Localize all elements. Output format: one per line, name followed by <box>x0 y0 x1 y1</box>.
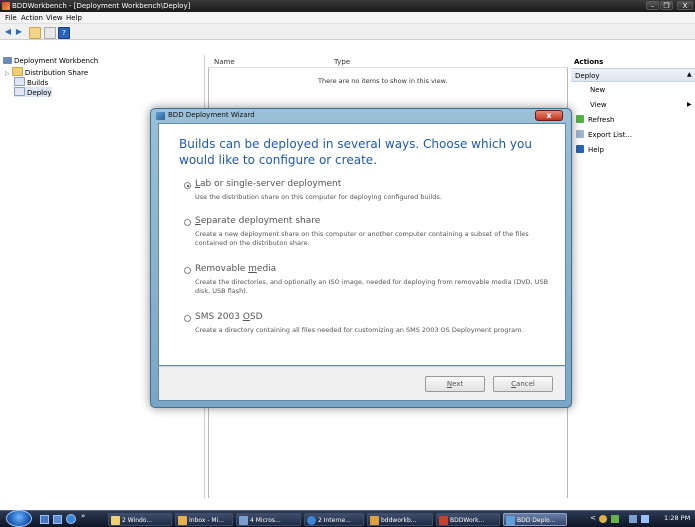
taskbar-item-bdd-deployment[interactable]: BDD Deplo... <box>503 513 567 526</box>
menu-bar: File Action View Help <box>0 12 695 24</box>
collapse-arrow-icon[interactable]: ▲ <box>687 71 692 78</box>
radio-lab-deployment[interactable] <box>184 182 191 189</box>
up-folder-icon[interactable] <box>29 27 41 39</box>
action-refresh[interactable]: Refresh <box>576 115 614 124</box>
quick-launch-more[interactable]: » <box>81 512 85 520</box>
network-icon[interactable] <box>629 515 637 523</box>
expand-arrow-icon[interactable]: ▷ <box>5 70 10 77</box>
radio-sms-osd[interactable] <box>184 315 191 322</box>
back-arrow-icon[interactable]: ◀ <box>3 27 13 37</box>
taskbar-item-inbox[interactable]: Inbox - Mi... <box>175 513 233 526</box>
show-desktop-icon[interactable] <box>40 515 49 524</box>
taskbar-item-microsoft[interactable]: 4 Micros... <box>236 513 301 526</box>
window-title: BDDWorkbench - [Deployment Workbench\Dep… <box>12 2 191 10</box>
column-type[interactable]: Type <box>334 58 350 66</box>
taskbar-item-internet[interactable]: 2 Interne... <box>304 513 364 526</box>
ie-icon <box>307 516 316 525</box>
folder-icon <box>111 516 120 525</box>
option-separate-title[interactable]: Separate deployment share <box>195 216 320 226</box>
wizard-icon <box>156 112 165 120</box>
option-sms-title[interactable]: SMS 2003 OSD <box>195 312 263 322</box>
taskbar-item-bddworkbench-doc[interactable]: bddworkb... <box>367 513 433 526</box>
switch-windows-icon[interactable] <box>53 515 62 524</box>
actions-section-deploy[interactable]: Deploy ▲ <box>571 68 695 82</box>
builds-icon <box>14 77 25 86</box>
help-icon[interactable]: ? <box>58 27 70 39</box>
radio-removable-media[interactable] <box>184 267 191 274</box>
workbench-icon <box>3 57 12 64</box>
document-icon <box>370 516 379 525</box>
internet-explorer-icon[interactable] <box>66 514 76 524</box>
minimize-button[interactable]: – <box>646 1 659 10</box>
submenu-arrow-icon: ▶ <box>687 101 692 108</box>
window-title-bar[interactable]: BDDWorkbench - [Deployment Workbench\Dep… <box>0 0 695 12</box>
actions-header: Actions <box>574 58 604 66</box>
column-name[interactable]: Name <box>214 58 235 66</box>
outlook-icon <box>178 516 187 525</box>
tree-item-builds[interactable]: Builds <box>14 77 48 87</box>
menu-help[interactable]: Help <box>66 14 82 22</box>
next-button[interactable]: Next <box>425 376 485 392</box>
wizard-icon <box>506 516 515 525</box>
tree-root[interactable]: Deployment Workbench <box>3 57 98 65</box>
menu-action[interactable]: Action <box>21 14 43 22</box>
export-list-icon <box>576 130 584 138</box>
show-hide-tree-icon[interactable] <box>44 27 56 39</box>
wizard-heading: Builds can be deployed in several ways. … <box>179 137 532 167</box>
action-export-list[interactable]: Export List... <box>576 130 632 139</box>
option-removable-description: Create the directories, and optionally a… <box>195 278 549 295</box>
menu-view[interactable]: View <box>46 14 63 22</box>
dialog-title: BDD Deployment Wizard <box>168 111 255 119</box>
maximize-button[interactable]: ❐ <box>660 1 673 10</box>
option-separate-description: Create a new deployment share on this co… <box>195 230 529 247</box>
tray-expand[interactable]: < <box>590 514 596 522</box>
taskbar-item-windows[interactable]: 2 Windo... <box>108 513 172 526</box>
refresh-icon <box>576 115 584 123</box>
action-help[interactable]: Help <box>576 145 604 154</box>
close-window-button[interactable]: X <box>677 1 693 10</box>
radio-separate-share[interactable] <box>184 219 191 226</box>
clock[interactable]: 1:28 PM <box>664 514 690 522</box>
taskbar-item-bddworkbench[interactable]: BDDWork... <box>436 513 500 526</box>
tree-item-deploy[interactable]: Deploy <box>14 87 52 97</box>
app-icon <box>2 2 10 10</box>
tray-icon-1[interactable] <box>599 515 607 523</box>
list-header: Name Type <box>208 55 568 68</box>
menu-file[interactable]: File <box>5 14 17 22</box>
option-lab-title[interactable]: Lab or single-server deployment <box>195 179 341 189</box>
start-button[interactable] <box>6 510 32 527</box>
option-removable-title[interactable]: Removable media <box>195 264 276 274</box>
tree-item-distribution-share[interactable]: ▷ Distribution Share <box>5 67 88 77</box>
toolbar: ◀ ▶ ? <box>0 24 695 40</box>
help-book-icon <box>576 145 584 153</box>
forward-arrow-icon[interactable]: ▶ <box>14 27 24 37</box>
option-lab-description: Use the distribution share on this compu… <box>195 193 442 201</box>
deploy-icon <box>14 87 25 96</box>
taskbar: » 2 Windo... Inbox - Mi... 4 Micros... 2… <box>0 510 695 527</box>
empty-list-message: There are no items to show in this view. <box>318 77 448 85</box>
dialog-close-button[interactable]: x <box>535 110 563 121</box>
action-view[interactable]: View <box>590 101 607 109</box>
word-icon <box>239 516 248 525</box>
folder-icon <box>11 67 23 76</box>
workbench-icon <box>439 516 448 525</box>
actions-pane: Actions Deploy ▲ New View ▶ Refresh Expo… <box>571 55 695 498</box>
tray-icon-2[interactable] <box>611 515 619 523</box>
volume-icon[interactable] <box>641 515 649 523</box>
action-new[interactable]: New <box>590 86 605 94</box>
cancel-button[interactable]: Cancel <box>493 376 553 392</box>
option-sms-description: Create a directory containing all files … <box>195 326 524 334</box>
